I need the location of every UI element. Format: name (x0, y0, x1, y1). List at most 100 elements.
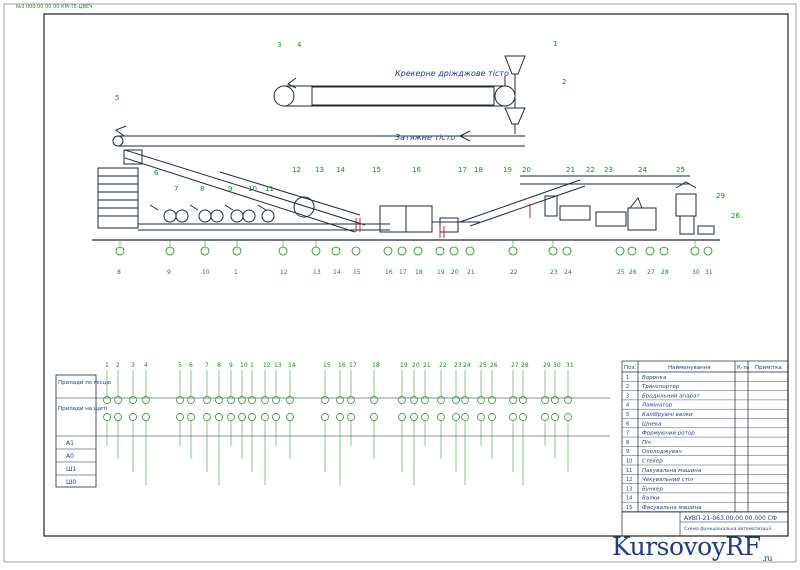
svg-text:17: 17 (458, 166, 467, 174)
panel-instrument (509, 413, 517, 421)
motor-row (115, 246, 713, 256)
svg-text:15: 15 (353, 269, 361, 276)
drawing-sheet: Крекерне дріжджове тісто Затяжне тісто 1… (0, 0, 800, 566)
svg-text:21: 21 (566, 166, 575, 174)
panel-instrument (142, 413, 150, 421)
field-instrument (509, 396, 517, 404)
svg-text:31: 31 (705, 269, 713, 276)
svg-text:25: 25 (617, 269, 625, 276)
table-row-position: 5 (626, 412, 629, 418)
svg-text:12: 12 (280, 269, 288, 276)
scheme-number: 1 (105, 362, 109, 369)
field-instrument (421, 396, 429, 404)
svg-text:13: 13 (315, 166, 324, 174)
svg-text:14: 14 (336, 166, 345, 174)
scheme-number: 29 (543, 362, 551, 369)
svg-text:5: 5 (115, 94, 119, 102)
svg-text:10: 10 (202, 269, 210, 276)
panel-instrument (114, 413, 122, 421)
title-code: АУВП-21-063.00.00.00.000 СФ (684, 515, 777, 522)
svg-text:16: 16 (385, 269, 393, 276)
svg-text:8: 8 (200, 185, 204, 193)
legend-sh1: Ш1 (66, 466, 76, 473)
panel-instrument (286, 413, 294, 421)
table-row-position: 13 (626, 486, 632, 492)
panel-instrument (187, 413, 195, 421)
panel-instrument (551, 413, 559, 421)
table-row-name: Фасувальна машина (642, 505, 702, 511)
table-row-position: 14 (626, 496, 632, 502)
svg-text:22: 22 (510, 269, 518, 276)
panel-instrument (227, 413, 235, 421)
scheme-number: 22 (439, 362, 447, 369)
spec-table-header: Поз. Найменування К-ть Примітка (624, 364, 782, 371)
svg-text:21: 21 (467, 269, 475, 276)
table-row-name: Бункер (642, 486, 663, 492)
table-row-position: 7 (626, 431, 629, 437)
table-row-position: 2 (626, 384, 629, 390)
heat-markers (355, 204, 531, 238)
panel-instrument (238, 413, 246, 421)
field-instrument (142, 396, 150, 404)
field-instrument (321, 396, 329, 404)
panel-instrument (103, 413, 111, 421)
table-row-name: Бродильний апарат (642, 393, 700, 399)
field-instrument (227, 396, 235, 404)
watermark-main: KursovoyRF (612, 532, 761, 561)
legend-a0: А0 (66, 453, 74, 460)
field-instrument (203, 396, 211, 404)
scheme-number: 3 (131, 362, 135, 369)
field-instrument (519, 396, 527, 404)
svg-text:18: 18 (474, 166, 483, 174)
table-row-position: 1 (626, 375, 629, 381)
scheme-number: 28 (521, 362, 529, 369)
svg-text:6: 6 (154, 169, 159, 177)
legend-sh0: Ш0 (66, 479, 76, 486)
svg-text:Найменування: Найменування (668, 364, 711, 371)
table-row-name: Формуючий ротор (642, 431, 695, 437)
svg-text:16: 16 (412, 166, 421, 174)
spec-table-rows: 1 Воронка 2 Транспортер 3 Бродильний апарат 4 Л… (622, 375, 788, 512)
table-row-name: Ламінатор (641, 403, 673, 409)
scheme-number: 16 (338, 362, 346, 369)
scheme-number: 15 (323, 362, 331, 369)
field-instrument (272, 396, 280, 404)
field-instrument (541, 396, 549, 404)
scheme-number: 24 (463, 362, 471, 369)
field-instrument (176, 396, 184, 404)
svg-text:1: 1 (553, 40, 557, 48)
panel-instrument (541, 413, 549, 421)
panel-instrument (129, 413, 137, 421)
panel-instrument (437, 413, 445, 421)
table-row-position: 15 (626, 505, 632, 511)
svg-text:9: 9 (167, 269, 171, 276)
scheme-number: 18 (372, 362, 380, 369)
legend-panel: Прилади на щиті (58, 406, 108, 412)
svg-text:23: 23 (550, 269, 558, 276)
svg-text:7: 7 (174, 185, 178, 193)
svg-text:25: 25 (676, 166, 685, 174)
table-row-position: 11 (626, 468, 632, 474)
svg-text:19: 19 (437, 269, 445, 276)
svg-text:15: 15 (372, 166, 381, 174)
svg-text:26: 26 (629, 269, 637, 276)
panel-instrument (398, 413, 406, 421)
motor-numbers: 8 9 10 1 12 13 14 15 16 17 18 19 20 21 2… (117, 269, 713, 276)
panel-instrument (564, 413, 572, 421)
motor-leaders (119, 240, 696, 247)
table-row-name: Піч (642, 440, 652, 446)
drag-label: Затяжне тісто (395, 133, 455, 142)
panel-instrument (452, 413, 460, 421)
scheme-number: 5 (178, 362, 182, 369)
svg-text:Поз.: Поз. (624, 365, 636, 371)
panel-instrument (272, 413, 280, 421)
field-instrument (261, 396, 269, 404)
svg-text:24: 24 (564, 269, 572, 276)
scheme-number: 8 (217, 362, 221, 369)
svg-text:13: 13 (313, 269, 321, 276)
svg-text:20: 20 (522, 166, 531, 174)
table-row-name: Пакувальна машина (642, 468, 702, 474)
watermark-sub: .ru (762, 554, 773, 563)
drag-conveyor (112, 125, 525, 147)
table-row-position: 6 (626, 421, 629, 427)
